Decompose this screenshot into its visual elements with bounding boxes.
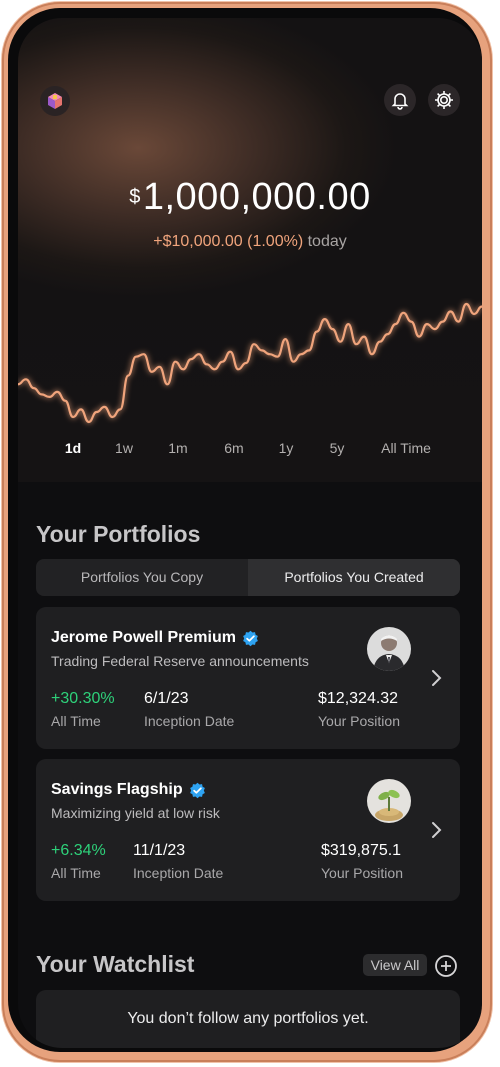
chevron-right-icon[interactable] bbox=[429, 820, 443, 840]
change-value: +$10,000.00 (1.00%) bbox=[153, 233, 304, 250]
tab-portfolios-you-created[interactable]: Portfolios You Created bbox=[248, 559, 460, 596]
return-label: All Time bbox=[51, 865, 101, 881]
position-label: Your Position bbox=[318, 713, 400, 729]
portfolio-description: Trading Federal Reserve announcements bbox=[51, 653, 309, 669]
time-range-6m[interactable]: 6m bbox=[224, 440, 243, 456]
position-label: Your Position bbox=[321, 865, 403, 881]
portfolios-title: Your Portfolios bbox=[36, 521, 201, 547]
chevron-right-icon[interactable] bbox=[429, 668, 443, 688]
currency-symbol: $ bbox=[129, 186, 141, 208]
view-all-button[interactable]: View All bbox=[363, 954, 427, 976]
verified-badge-icon bbox=[189, 782, 205, 798]
empty-message: You don’t follow any portfolios yet. bbox=[127, 1010, 369, 1027]
portfolio-name: Jerome Powell Premium bbox=[51, 629, 236, 646]
portfolio-balance: $1,000,000.00 bbox=[18, 176, 482, 219]
tab-portfolios-you-copy[interactable]: Portfolios You Copy bbox=[36, 559, 248, 596]
inception-label: Inception Date bbox=[144, 713, 235, 729]
time-range-selector: 1d 1w 1m 6m 1y 5y All Time bbox=[18, 438, 482, 462]
watchlist-empty-card: You don’t follow any portfolios yet. bbox=[36, 990, 460, 1048]
portfolio-card-savings-flagship[interactable]: Savings Flagship Maximizing yield at low… bbox=[36, 759, 460, 901]
time-range-1y[interactable]: 1y bbox=[279, 440, 294, 456]
portfolio-tabs: Portfolios You Copy Portfolios You Creat… bbox=[36, 559, 460, 596]
portfolio-name: Savings Flagship bbox=[51, 781, 183, 798]
position-value: $12,324.32 bbox=[318, 690, 399, 707]
inception-value: 11/1/23 bbox=[133, 842, 186, 859]
time-range-1d[interactable]: 1d bbox=[65, 440, 81, 456]
change-period: today bbox=[307, 233, 347, 250]
time-range-5y[interactable]: 5y bbox=[330, 440, 345, 456]
daily-change: +$10,000.00 (1.00%) today bbox=[18, 233, 482, 251]
inception-label: Inception Date bbox=[133, 865, 224, 881]
portfolio-card-jerome-powell[interactable]: Jerome Powell Premium Trading Federal Re… bbox=[36, 607, 460, 749]
return-value: +6.34% bbox=[51, 842, 106, 859]
gear-icon[interactable] bbox=[428, 84, 460, 116]
time-range-1w[interactable]: 1w bbox=[115, 440, 133, 456]
return-label: All Time bbox=[51, 713, 101, 729]
portfolio-name-row: Savings Flagship bbox=[51, 781, 206, 799]
portfolio-name-row: Jerome Powell Premium bbox=[51, 629, 259, 647]
return-value: +30.30% bbox=[51, 690, 115, 707]
position-value: $319,875.1 bbox=[321, 842, 402, 859]
bell-icon[interactable] bbox=[384, 84, 416, 116]
app-screen: $1,000,000.00 +$10,000.00 (1.00%) today … bbox=[18, 18, 482, 1048]
time-range-all-time[interactable]: All Time bbox=[381, 440, 431, 456]
verified-badge-icon bbox=[243, 630, 258, 646]
person-avatar-icon bbox=[367, 627, 411, 671]
inception-value: 6/1/23 bbox=[144, 690, 189, 707]
plant-avatar-icon bbox=[367, 779, 411, 823]
time-range-1m[interactable]: 1m bbox=[168, 440, 187, 456]
balance-chart[interactable] bbox=[18, 298, 482, 438]
cube-logo-icon[interactable] bbox=[40, 86, 70, 116]
plus-circle-icon[interactable] bbox=[434, 954, 458, 978]
balance-amount: 1,000,000.00 bbox=[142, 176, 371, 218]
watchlist-title: Your Watchlist bbox=[36, 951, 195, 977]
portfolio-description: Maximizing yield at low risk bbox=[51, 805, 220, 821]
balance-line bbox=[18, 302, 482, 424]
